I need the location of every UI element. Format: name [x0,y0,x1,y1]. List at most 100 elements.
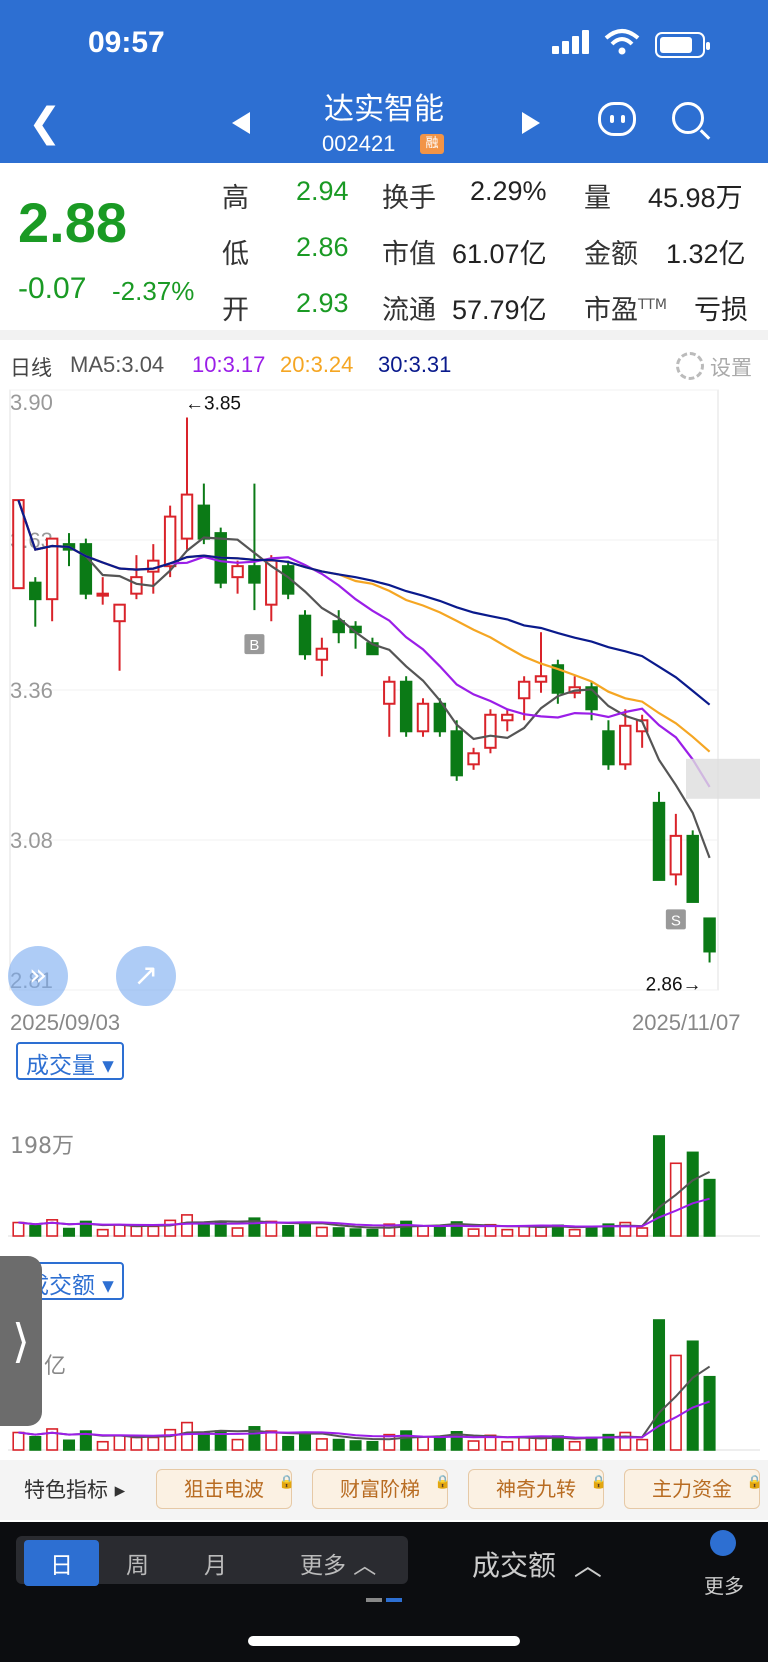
candle-down [433,702,447,733]
low-label: 低 [222,239,249,270]
bar [636,1438,649,1451]
period-month[interactable]: 月 [204,1546,227,1580]
volume-indicator-select[interactable]: 成交量 ▾ [16,1042,124,1080]
open-value: 2.93 [296,288,349,318]
bar [96,1440,109,1451]
candle-up [231,565,244,579]
volume-value: 45.98万 [648,183,743,213]
more-button[interactable]: 更多 [704,1570,744,1599]
low-marker: 2.86→ [646,974,702,995]
bar [315,1226,328,1237]
sub-indicator-button[interactable]: 成交额 ︿ [472,1544,602,1584]
expand-panel-icon[interactable]: » [8,946,68,1006]
feature-wealth-ladder[interactable]: 财富阶梯 🔒 [312,1469,451,1509]
bar [686,1340,699,1451]
bar [349,1440,362,1451]
bar [703,1375,716,1451]
feature-sniper-wave[interactable]: 狙击电波 🔒 [156,1469,295,1509]
bar [619,1221,632,1237]
bar [130,1225,143,1237]
bar [652,1135,666,1237]
period-day[interactable]: 日 [24,1540,99,1586]
bar [147,1225,160,1237]
candle-down [29,581,42,601]
fullscreen-icon[interactable]: ↗ [116,946,176,1006]
search-icon[interactable] [672,102,704,134]
bar [29,1435,42,1451]
candlestick-chart[interactable]: 3.903.633.363.082.81←3.852.86→BS [0,380,768,1000]
buy-marker: B [249,637,259,654]
turnover-value: 2.29% [470,176,547,206]
bar [518,1436,531,1451]
ma30-line [17,499,711,706]
ma5-line [17,499,711,859]
feature-magic-nine[interactable]: 神奇九转 🔒 [468,1469,607,1509]
bar [265,1430,278,1451]
float-label: 流通 [382,295,436,326]
sell-marker: S [671,912,681,929]
margin-badge: 融 [420,134,444,154]
stock-name: 达实智能 [324,92,444,127]
bar [96,1228,109,1237]
bar [12,1221,25,1237]
bar [669,1162,682,1237]
feature-label[interactable]: 特色指标 ▸ [24,1474,125,1504]
prev-stock-icon[interactable] [232,112,250,134]
mcap-value: 61.07亿 [452,239,547,269]
page-dot-active [386,1598,402,1602]
bar [180,1421,194,1451]
signal-icon [552,30,592,54]
settings-gear-icon[interactable] [676,352,704,380]
bar [433,1435,446,1451]
bar [467,1440,480,1451]
bar [619,1431,632,1451]
vol-ma10-line [18,1400,710,1439]
candle-up [669,834,683,876]
candle-up [383,680,396,705]
bar [416,1225,430,1237]
candle-down [703,917,716,953]
more-icon[interactable] [710,1530,736,1556]
period-week[interactable]: 周 [126,1546,149,1580]
bar [62,1439,76,1451]
bar [518,1225,531,1237]
bar [180,1214,194,1237]
open-label: 开 [222,295,249,326]
bar [686,1151,699,1237]
assistant-icon[interactable] [598,102,636,136]
candle-up [113,603,126,623]
lock-icon: 🔒 [746,1475,763,1490]
next-stock-icon[interactable] [522,112,540,134]
pe-value: 亏损 [694,295,748,326]
side-drawer-tab[interactable]: ⟩ [0,1256,42,1426]
bar [113,1223,126,1237]
bar [231,1227,244,1237]
candle-down [450,730,463,777]
period-more[interactable]: 更多 ︿ [300,1546,376,1580]
candle-down [686,834,699,903]
bar [636,1227,649,1237]
high-marker: ←3.85 [185,394,241,415]
bar [282,1225,295,1237]
last-price: 2.88 [18,191,127,254]
candle-up [315,647,329,661]
feature-main-capital[interactable]: 主力资金 🔒 [624,1469,763,1509]
bar [197,1432,210,1451]
candle-down [79,543,93,595]
lock-icon: 🔒 [590,1475,607,1490]
vol-ma5-line [18,1171,711,1229]
bar [298,1433,312,1451]
settings-button[interactable]: 设置 [710,352,752,382]
bar [282,1435,295,1451]
bar [62,1227,76,1237]
bar [366,1228,379,1237]
bar [433,1225,446,1237]
bar [332,1438,345,1451]
bar [197,1222,210,1237]
volume-tick: 198万 [10,1134,74,1159]
date-end: 2025/11/07 [632,1010,741,1035]
price-highlight-box [686,758,760,799]
candle-down [332,620,345,634]
bar [12,1431,25,1451]
low-value: 2.86 [296,232,349,262]
